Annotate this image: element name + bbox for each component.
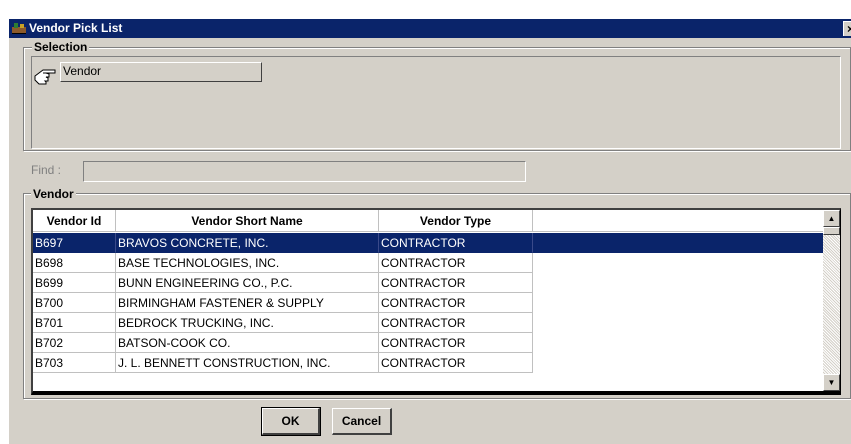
vendor-table[interactable]: Vendor Id Vendor Short Name Vendor Type … — [31, 208, 841, 395]
vendor-type-cell: CONTRACTOR — [379, 333, 533, 353]
table-row[interactable]: B702 BATSON-COOK CO. CONTRACTOR — [33, 333, 823, 353]
selection-vendor-item[interactable]: Vendor — [60, 62, 262, 82]
table-row[interactable]: B703 J. L. BENNETT CONSTRUCTION, INC. CO… — [33, 353, 823, 373]
arrow-down-icon: ▼ — [827, 378, 836, 387]
vendor-group-label: Vendor — [31, 187, 76, 201]
table-row[interactable]: B701 BEDROCK TRUCKING, INC. CONTRACTOR — [33, 313, 823, 333]
vendor-name-cell: BATSON-COOK CO. — [116, 333, 379, 353]
vendor-name-cell: J. L. BENNETT CONSTRUCTION, INC. — [116, 353, 379, 373]
app-icon — [12, 23, 26, 34]
title-bar[interactable]: Vendor Pick List × — [9, 19, 851, 38]
column-header-vendor-short-name[interactable]: Vendor Short Name — [116, 210, 379, 232]
vendor-type-cell: CONTRACTOR — [379, 313, 533, 333]
vendor-type-cell: CONTRACTOR — [379, 353, 533, 373]
vendor-type-cell: CONTRACTOR — [379, 253, 533, 273]
column-header-vendor-id[interactable]: Vendor Id — [33, 210, 116, 232]
find-input[interactable] — [83, 161, 526, 182]
scroll-up-button[interactable]: ▲ — [823, 210, 840, 227]
table-row[interactable]: B697 BRAVOS CONCRETE, INC. CONTRACTOR — [33, 233, 823, 253]
vendor-name-cell: BRAVOS CONCRETE, INC. — [116, 233, 379, 253]
vendor-type-cell: CONTRACTOR — [379, 233, 533, 253]
vendor-name-cell: BUNN ENGINEERING CO., P.C. — [116, 273, 379, 293]
vendor-type-cell: CONTRACTOR — [379, 293, 533, 313]
arrow-up-icon: ▲ — [827, 214, 836, 223]
table-row[interactable]: B698 BASE TECHNOLOGIES, INC. CONTRACTOR — [33, 253, 823, 273]
column-header-vendor-type[interactable]: Vendor Type — [379, 210, 533, 232]
window-title: Vendor Pick List — [29, 21, 123, 35]
vendor-id-cell: B703 — [33, 353, 116, 373]
table-header: Vendor Id Vendor Short Name Vendor Type — [33, 210, 823, 233]
vendor-id-cell: B701 — [33, 313, 116, 333]
vendor-name-cell: BASE TECHNOLOGIES, INC. — [116, 253, 379, 273]
vendor-id-cell: B698 — [33, 253, 116, 273]
close-icon: × — [846, 22, 851, 36]
vertical-scrollbar[interactable]: ▲ ▼ — [823, 210, 840, 391]
column-header-empty — [533, 210, 823, 232]
vendor-id-cell: B700 — [33, 293, 116, 313]
vendor-id-cell: B697 — [33, 233, 116, 253]
cancel-button[interactable]: Cancel — [332, 408, 392, 435]
selection-group-label: Selection — [32, 40, 90, 54]
vendor-id-cell: B702 — [33, 333, 116, 353]
vendor-name-cell: BIRMINGHAM FASTENER & SUPPLY — [116, 293, 379, 313]
vendor-type-cell: CONTRACTOR — [379, 273, 533, 293]
scroll-thumb[interactable] — [823, 227, 840, 235]
close-button[interactable]: × — [843, 21, 851, 36]
find-label: Find : — [31, 163, 62, 177]
vendor-name-cell: BEDROCK TRUCKING, INC. — [116, 313, 379, 333]
pointing-hand-icon — [34, 69, 56, 85]
table-row[interactable]: B699 BUNN ENGINEERING CO., P.C. CONTRACT… — [33, 273, 823, 293]
desktop-strip — [0, 0, 851, 18]
table-row[interactable]: B700 BIRMINGHAM FASTENER & SUPPLY CONTRA… — [33, 293, 823, 313]
empty-cell — [533, 233, 823, 253]
ok-button[interactable]: OK — [261, 407, 321, 436]
scroll-down-button[interactable]: ▼ — [823, 374, 840, 391]
vendor-id-cell: B699 — [33, 273, 116, 293]
